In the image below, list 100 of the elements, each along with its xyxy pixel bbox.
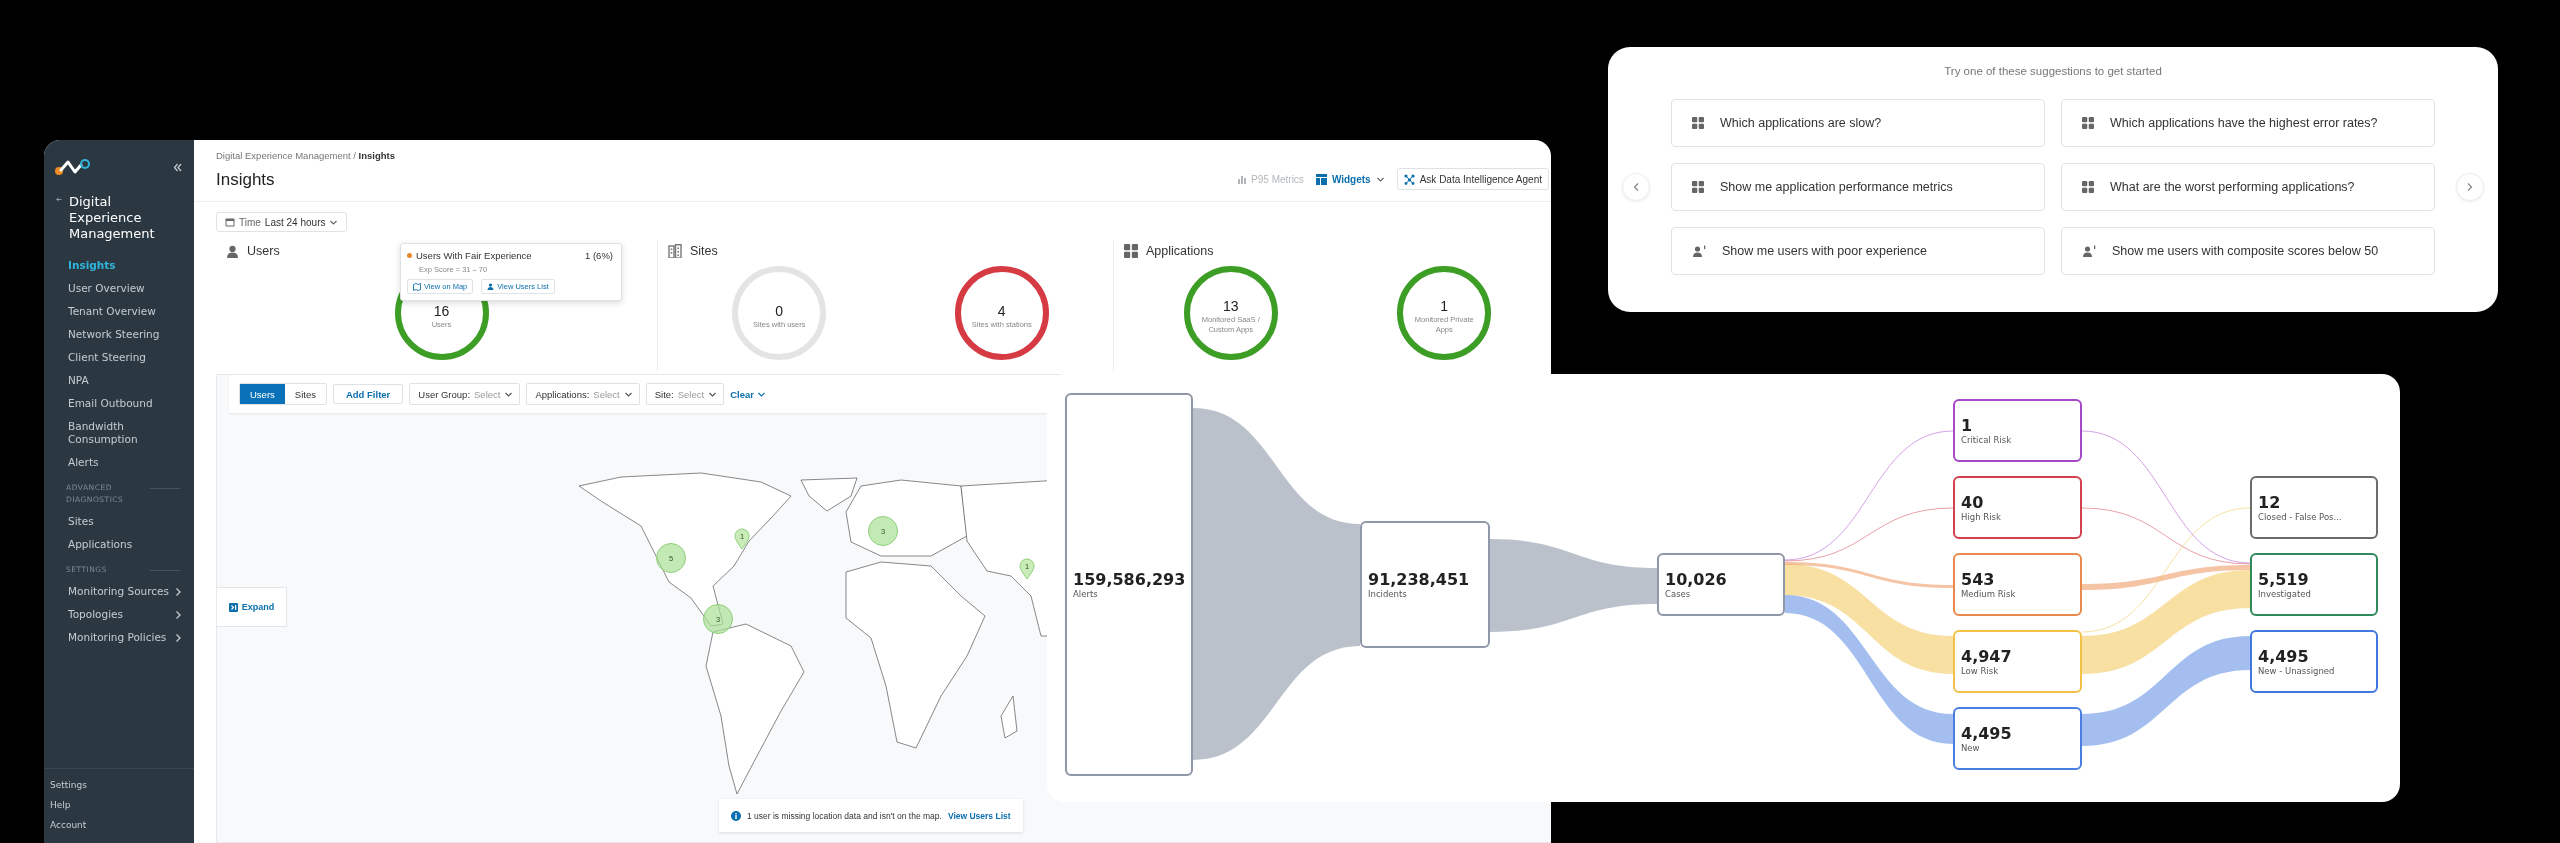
- chevron-right-icon: [174, 632, 182, 643]
- chevron-right-icon: [174, 609, 182, 620]
- nav-item[interactable]: Network Steering: [68, 323, 194, 346]
- donut-value: 1: [1440, 297, 1449, 315]
- nav-item[interactable]: Alerts: [68, 451, 194, 474]
- filter-dropdown[interactable]: Applications: Select: [526, 383, 640, 405]
- footer-link[interactable]: Account: [50, 815, 194, 835]
- nav-item[interactable]: Applications: [68, 533, 194, 556]
- nav-item[interactable]: Client Steering: [68, 346, 194, 369]
- suggestion-card[interactable]: Show me application performance metrics: [1671, 163, 2045, 211]
- chevron-left-icon: [1632, 182, 1640, 192]
- node-label: New - Unassigned: [2258, 665, 2336, 677]
- sankey-node[interactable]: 159,586,293 Alerts: [1065, 393, 1193, 776]
- nav-item[interactable]: NPA: [68, 369, 194, 392]
- donut-value: 4: [997, 302, 1006, 320]
- node-label: High Risk: [1961, 511, 2002, 523]
- filter-dropdown[interactable]: Site: Select: [645, 383, 725, 405]
- chevron-right-icon: [2466, 182, 2474, 192]
- expand-button[interactable]: Expand: [217, 587, 287, 627]
- nav-item[interactable]: Insights: [68, 254, 194, 277]
- app-logo: [54, 158, 90, 176]
- nav-item[interactable]: Monitoring Policies: [68, 626, 194, 649]
- sankey-node[interactable]: 91,238,451 Incidents: [1360, 521, 1490, 648]
- node-label: Investigated: [2258, 588, 2312, 600]
- add-filter-button[interactable]: Add Filter: [332, 384, 404, 404]
- node-value: 5,519: [2258, 569, 2310, 589]
- apps-icon: [1124, 244, 1138, 258]
- sankey-node[interactable]: 4,495 New - Unassigned: [2250, 630, 2378, 693]
- footer-link[interactable]: Help: [50, 795, 194, 815]
- nav-item[interactable]: Tenant Overview: [68, 300, 194, 323]
- view-users-link[interactable]: View Users List: [947, 810, 1011, 821]
- sankey-node[interactable]: 4,947 Low Risk: [1953, 630, 2082, 693]
- nav-item[interactable]: Monitoring Sources: [68, 580, 194, 603]
- suggestion-card[interactable]: Show me users with poor experience: [1671, 227, 2045, 275]
- notice-text: 1 user is missing location data and isn't on the map.: [747, 810, 942, 821]
- sankey-node[interactable]: 12 Closed - False Pos...: [2250, 476, 2378, 539]
- apps-icon: [2082, 181, 2094, 193]
- node-label: Cases: [1665, 588, 1692, 600]
- user-icon: [2082, 245, 2096, 257]
- sankey-node[interactable]: 543 Medium Risk: [1953, 553, 2082, 616]
- chevron-right-icon: [174, 586, 182, 597]
- tooltip-title: Users With Fair Experience: [416, 250, 532, 261]
- widgets-menu[interactable]: Widgets: [1315, 173, 1385, 185]
- sankey-node[interactable]: 40 High Risk: [1953, 476, 2082, 539]
- user-icon: [487, 283, 495, 290]
- suggestions-title: Try one of these suggestions to get started: [1943, 65, 2163, 77]
- collapse-icon[interactable]: [173, 162, 182, 172]
- donut-value: 16: [433, 302, 450, 320]
- node-value: 91,238,451: [1368, 569, 1471, 589]
- node-value: 4,495: [1961, 723, 2013, 743]
- nav-item[interactable]: User Overview: [68, 277, 194, 300]
- agent-button[interactable]: Ask Data Intelligence Agent: [1396, 168, 1549, 190]
- suggestion-card[interactable]: Which applications have the highest error rates?: [2061, 99, 2435, 147]
- user-icon: [1692, 245, 1706, 257]
- filter-dropdown[interactable]: User Group: Select: [409, 383, 521, 405]
- sankey-node[interactable]: 10,026 Cases: [1657, 553, 1785, 616]
- sidebar-title: Digital Experience Management: [68, 194, 156, 242]
- node-label: Critical Risk: [1961, 434, 2013, 446]
- section-title: Applications: [1146, 244, 1214, 258]
- node-value: 159,586,293: [1073, 569, 1185, 589]
- nav-item[interactable]: Bandwidth Consumption: [68, 415, 194, 451]
- sankey-node[interactable]: 1 Critical Risk: [1953, 399, 2082, 462]
- view-tab[interactable]: Users: [240, 384, 285, 404]
- sankey-node[interactable]: 5,519 Investigated: [2250, 553, 2378, 616]
- nav-item[interactable]: Sites: [68, 510, 194, 533]
- time-filter[interactable]: Time Last 24 hours: [216, 212, 348, 232]
- node-label: Low Risk: [1961, 665, 2000, 677]
- node-value: 40: [1961, 492, 1985, 512]
- suggestion-card[interactable]: Which applications are slow?: [1671, 99, 2045, 147]
- clear-menu[interactable]: Clear: [730, 388, 766, 400]
- footer-link[interactable]: Settings: [50, 775, 194, 795]
- sankey-node[interactable]: 4,495 New: [1953, 707, 2082, 770]
- node-value: 4,495: [2258, 646, 2310, 666]
- page-title: Insights: [216, 170, 276, 190]
- node-label: New: [1961, 742, 1981, 754]
- node-label: Alerts: [1073, 588, 1099, 600]
- node-value: 543: [1961, 569, 1996, 589]
- bar-chart-icon: [1237, 174, 1248, 184]
- breadcrumb: Digital Experience Management / Insights: [216, 150, 395, 161]
- node-value: 10,026: [1665, 569, 1728, 589]
- nav-item[interactable]: Email Outbound: [68, 392, 194, 415]
- node-value: 1: [1961, 415, 1974, 435]
- node-value: 4,947: [1961, 646, 2013, 666]
- node-label: Incidents: [1368, 588, 1408, 600]
- building-icon: [668, 244, 682, 258]
- nav-item[interactable]: Topologies: [68, 603, 194, 626]
- network-icon: [1403, 173, 1415, 185]
- apps-icon: [1692, 117, 1704, 129]
- section-title: Sites: [690, 244, 718, 258]
- info-icon: [731, 810, 741, 821]
- suggestion-card[interactable]: Show me users with composite scores below 50: [2061, 227, 2435, 275]
- user-icon: [226, 244, 239, 258]
- calendar-icon: [225, 217, 235, 227]
- donut-value: 13: [1222, 297, 1239, 315]
- expand-icon: [228, 602, 238, 612]
- back-arrow-icon[interactable]: [56, 194, 62, 205]
- donut-value: 0: [775, 302, 784, 320]
- apps-icon: [2082, 117, 2094, 129]
- suggestion-card[interactable]: What are the worst performing applications?: [2061, 163, 2435, 211]
- node-value: 12: [2258, 492, 2282, 512]
